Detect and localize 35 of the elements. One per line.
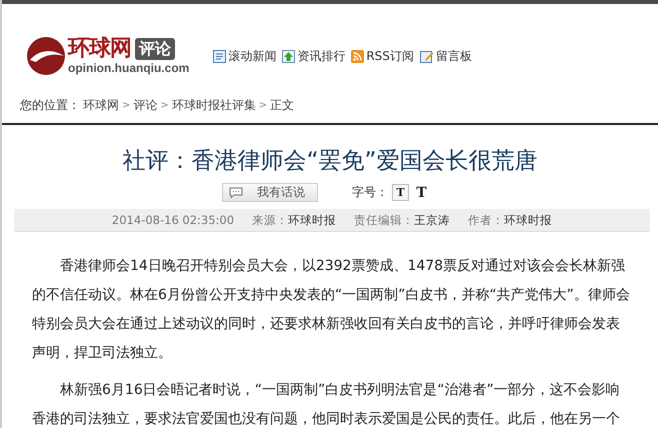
font-size-label: 字号： — [352, 184, 388, 200]
breadcrumb-link[interactable]: 正文 — [270, 96, 294, 114]
edit-icon — [420, 50, 434, 62]
document-icon — [213, 50, 226, 62]
section-label: 评论 — [135, 38, 175, 60]
source-name: 环球时报 — [288, 212, 336, 228]
font-size-button[interactable]: T — [413, 184, 430, 200]
breadcrumb-separator: > — [160, 100, 169, 110]
site-url: opinion.huanqiu.com — [68, 61, 190, 75]
logo-name: 环球网 — [68, 37, 131, 61]
editor-name: 王京涛 — [414, 212, 450, 228]
article-paragraph: 香港律师会14日晚召开特别会员大会，以2392票赞成、1478票反对通过对该会会长林新强的不信任动议。林在6月份曾公开支持中央发表的“一国两制”白皮书，并称“共产党伟大”。律师会特别会员大会在通过上述动议的同时，还要求林新强收回有关白皮书的言论，并呼吁律师会发表声明，捍卫司法独立。 — [32, 257, 630, 363]
breadcrumb-separator: > — [258, 100, 268, 110]
article-paragraph: 林新强6月16日会晤记者时说，“一国两制”白皮书列明法官是“治港者”一部分，这不会影响香港的司法独立，要求法官爱国也没有问题，他同时表示爱国是公民的责任。此后，他在另一个 — [32, 381, 621, 428]
breadcrumb-label: 您的位置： — [20, 96, 80, 114]
publish-date: 2014-08-16 02:35:00 — [112, 213, 234, 227]
top-link[interactable]: 滚动新闻 — [213, 48, 276, 64]
source-label: 来源： — [252, 212, 288, 228]
article-title: 社评：香港律师会“罢免”爱国会长很荒唐 — [2, 123, 658, 175]
author-label: 作者： — [468, 212, 504, 228]
font-size-button[interactable]: T — [392, 184, 409, 200]
speech-bubble-icon — [229, 186, 243, 198]
author-name: 环球时报 — [504, 212, 552, 228]
breadcrumb-link[interactable]: 环球网 — [83, 96, 119, 114]
breadcrumb-link[interactable]: 环球时报社评集 — [172, 96, 256, 114]
logo-icon — [26, 36, 66, 76]
editor-label: 责任编辑： — [354, 212, 414, 228]
top-link[interactable]: 资讯排行 — [282, 48, 346, 64]
breadcrumb-link[interactable]: 评论 — [133, 96, 158, 114]
top-link[interactable]: 留言板 — [420, 48, 472, 64]
rss-icon — [351, 50, 364, 62]
top-link[interactable]: RSS订阅 — [351, 48, 414, 64]
upload-icon — [282, 50, 296, 62]
breadcrumb-separator: > — [122, 100, 130, 110]
comment-button[interactable]: 我有话说 — [222, 182, 318, 202]
